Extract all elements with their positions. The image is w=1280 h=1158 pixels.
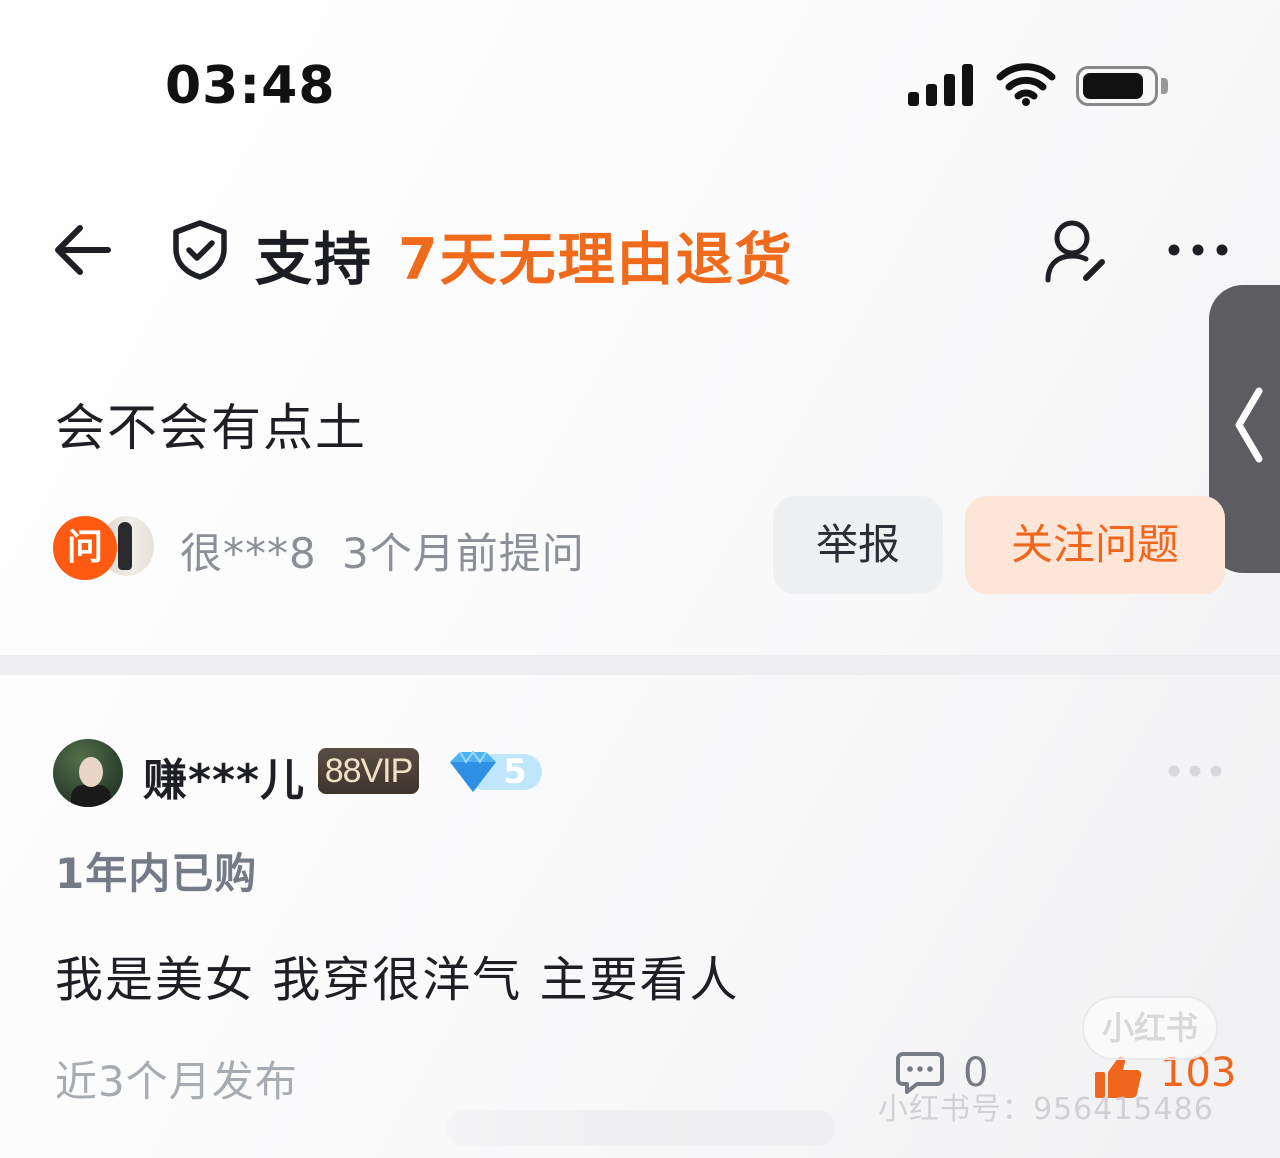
cellular-signal-icon	[906, 62, 976, 106]
answer-text: 我是美女 我穿很洋气 主要看人	[55, 952, 740, 1008]
purchase-tag: 1年内已购	[55, 849, 258, 898]
more-horizontal-icon[interactable]	[1166, 760, 1224, 782]
publish-time: 近3个月发布	[55, 1057, 298, 1106]
arrow-left-icon[interactable]	[50, 220, 114, 280]
vip-badge: 88VIP	[318, 748, 419, 794]
wifi-icon	[996, 63, 1056, 106]
phone-screen: 03:48 支持 7天无理由退货 会不会有点土 问 很***8 3个月前提问 举…	[0, 0, 1280, 1158]
report-button[interactable]: 举报	[773, 496, 943, 594]
user-edit-icon[interactable]	[1042, 216, 1110, 284]
answerer-name: 赚***儿	[143, 755, 306, 806]
shield-check-icon	[173, 220, 227, 280]
status-icons	[906, 62, 1176, 110]
watermark-smear	[446, 1110, 836, 1146]
asker-name: 很***8	[180, 529, 317, 578]
ask-badge: 问	[53, 516, 117, 580]
chevron-left-icon	[1235, 387, 1263, 463]
question-title: 会不会有点土	[55, 399, 367, 457]
asked-time: 3个月前提问	[342, 529, 585, 578]
watermark-id-text: 小红书号：956415486	[878, 1092, 1214, 1127]
support-label: 支持	[255, 227, 373, 293]
level-number: 5	[503, 752, 527, 792]
status-time: 03:48	[165, 56, 336, 116]
battery-icon	[1076, 66, 1158, 106]
more-horizontal-icon[interactable]	[1166, 232, 1230, 268]
watermark-logo: 小红书	[1082, 996, 1218, 1060]
answerer-avatar[interactable]	[53, 739, 123, 807]
section-divider	[0, 655, 1280, 675]
return-policy-label[interactable]: 7天无理由退货	[398, 214, 794, 296]
follow-question-button[interactable]: 关注问题	[965, 496, 1225, 594]
battery-tip	[1161, 78, 1168, 94]
